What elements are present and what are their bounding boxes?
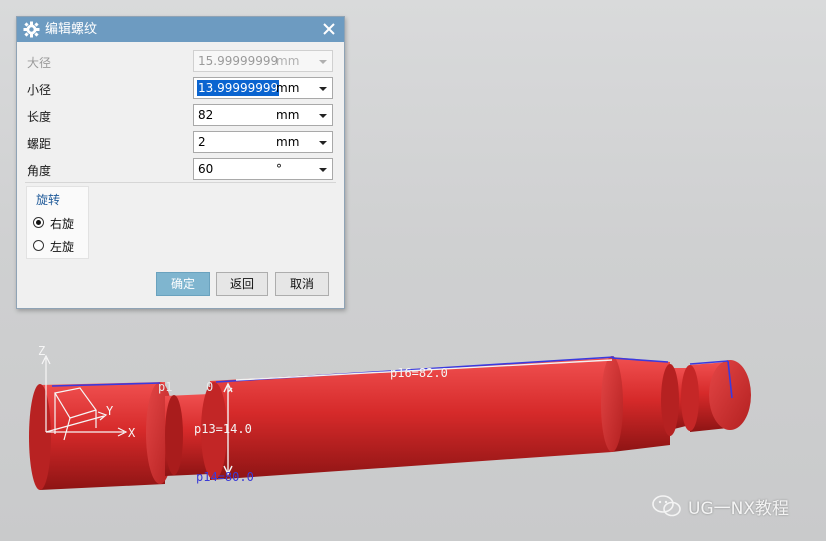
wechat-icon	[652, 495, 681, 517]
angle-field[interactable]: 60 °	[193, 158, 333, 180]
annotation-p1[interactable]: p1	[158, 380, 172, 394]
axis-label-z: Z	[38, 344, 46, 358]
rotation-group-title: 旋转	[36, 193, 61, 207]
major-diameter-label: 大径	[27, 56, 52, 70]
length-label: 长度	[27, 110, 52, 124]
annotation-p16[interactable]: p16=82.0	[390, 366, 448, 380]
right-hand-label[interactable]: 右旋	[50, 215, 74, 232]
pitch-field[interactable]: 2 mm	[193, 131, 333, 153]
dialog-title: 编辑螺纹	[45, 22, 98, 37]
pitch-value[interactable]: 2	[198, 135, 206, 149]
angle-value[interactable]: 60	[198, 162, 213, 176]
pitch-row: 螺距 2 mm	[17, 131, 344, 155]
angle-unit[interactable]: °	[276, 162, 282, 176]
axis-label-y: Y	[106, 404, 114, 418]
angle-row: 角度 60 °	[17, 158, 344, 182]
chevron-down-icon	[319, 60, 327, 64]
major-diameter-value: 15.99999999	[198, 54, 279, 68]
annotation-p13[interactable]: p13=14.0	[194, 422, 252, 436]
length-value[interactable]: 82	[198, 108, 213, 122]
left-hand-label[interactable]: 左旋	[50, 238, 74, 255]
minor-diameter-label: 小径	[27, 83, 52, 97]
dialog-titlebar[interactable]: 编辑螺纹	[17, 17, 344, 42]
ok-button[interactable]: 确定	[156, 272, 210, 296]
minor-diameter-field[interactable]: 13.99999999 mm	[193, 77, 333, 99]
radio-unchecked-icon[interactable]	[33, 240, 44, 251]
minor-diameter-row: 小径 13.99999999 mm	[17, 77, 344, 101]
edit-thread-dialog: 编辑螺纹 大径 15.99999999 mm 小径 13.99999999 mm…	[16, 16, 345, 309]
chevron-down-icon[interactable]	[319, 140, 327, 146]
minor-diameter-unit[interactable]: mm	[276, 81, 299, 95]
annotation-p1-value: 0	[206, 380, 214, 394]
minor-diameter-value[interactable]: 13.99999999	[197, 80, 280, 96]
length-row: 长度 82 mm	[17, 104, 344, 128]
pitch-label: 螺距	[27, 137, 52, 151]
angle-label: 角度	[27, 164, 52, 178]
divider	[25, 182, 336, 183]
annotation-p14[interactable]: p14=80.0	[196, 470, 254, 484]
length-field[interactable]: 82 mm	[193, 104, 333, 126]
chevron-down-icon[interactable]	[319, 113, 327, 119]
rotation-group: 旋转 右旋 左旋	[26, 186, 89, 259]
cancel-button[interactable]: 取消	[275, 272, 329, 296]
pitch-unit[interactable]: mm	[276, 135, 299, 149]
back-button[interactable]: 返回	[216, 272, 268, 296]
chevron-down-icon[interactable]	[319, 167, 327, 173]
axis-label-x: X	[128, 426, 136, 440]
major-diameter-unit: mm	[276, 54, 300, 68]
shaft-right-end-face	[709, 360, 751, 430]
radio-checked-icon[interactable]	[33, 217, 44, 228]
length-unit[interactable]: mm	[276, 108, 299, 122]
watermark-text: UG一NX教程	[688, 499, 789, 519]
major-diameter-field: 15.99999999 mm	[193, 50, 333, 72]
chevron-down-icon[interactable]	[319, 86, 327, 92]
close-icon[interactable]	[322, 21, 336, 37]
shaft-left-end-face	[29, 384, 51, 490]
major-diameter-row: 大径 15.99999999 mm	[17, 50, 344, 74]
gear-icon[interactable]	[23, 21, 40, 38]
